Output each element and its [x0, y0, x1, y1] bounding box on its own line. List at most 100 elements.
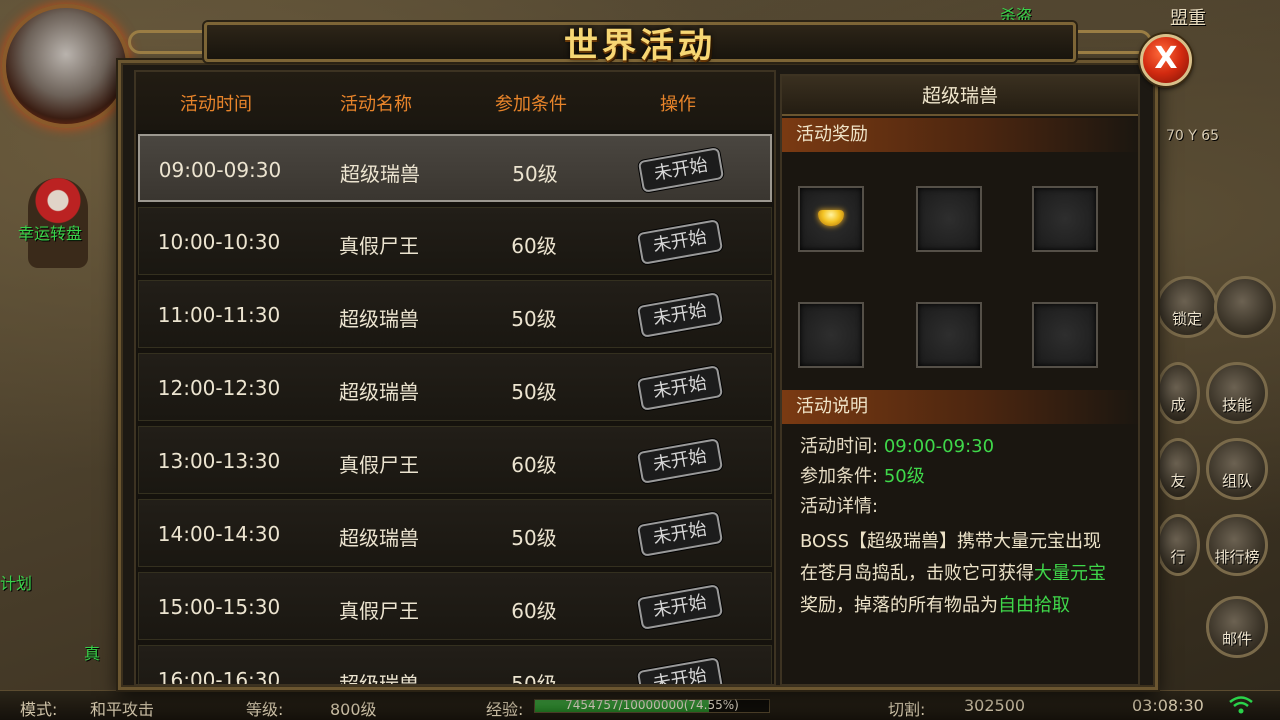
coordinate-readout: 70 Y 65 — [1166, 128, 1220, 144]
cell-name: 超级瑞兽 — [339, 380, 419, 404]
lock-target-button[interactable]: 锁定 — [1156, 276, 1218, 338]
table-row[interactable]: 16:00-16:30 超级瑞兽 50级 未开始 — [138, 645, 772, 686]
cut-value: 302500 — [964, 696, 1026, 715]
status-stamp[interactable]: 未开始 — [636, 438, 724, 484]
reward-slot[interactable] — [798, 302, 864, 368]
info-condition-label: 参加条件: — [800, 466, 879, 487]
status-stamp[interactable]: 未开始 — [636, 511, 724, 557]
mode-value[interactable]: 和平攻击 — [90, 696, 154, 720]
table-row[interactable]: 12:00-12:30 超级瑞兽 50级 未开始 — [138, 353, 772, 421]
table-row[interactable]: 14:00-14:30 超级瑞兽 50级 未开始 — [138, 499, 772, 567]
description-text-2: 奖励，掉落的所有物品为 — [800, 595, 998, 616]
table-header: 活动时间 活动名称 参加条件 操作 — [136, 72, 774, 130]
cell-time: 13:00-13:30 — [157, 449, 281, 473]
partial-side-button-3[interactable]: 行 — [1156, 514, 1200, 576]
info-details-line: 活动详情: — [800, 492, 878, 518]
cell-name: 真假尸王 — [339, 599, 419, 623]
status-stamp[interactable]: 未开始 — [636, 365, 724, 411]
rank-button[interactable]: 排行榜 — [1206, 514, 1268, 576]
status-stamp[interactable]: 未开始 — [636, 657, 724, 684]
skill-label: 技能 — [1221, 396, 1252, 414]
activity-detail-panel: 超级瑞兽 活动奖励 活动说明 活动时间: 09:00-09:30 参加条件: 5… — [780, 74, 1142, 686]
skill-button[interactable]: 技能 — [1206, 362, 1268, 424]
lock-label: 锁定 — [1171, 310, 1202, 328]
exp-label: 经验: — [486, 700, 524, 719]
detail-description: BOSS【超级瑞兽】携带大量元宝出现在苍月岛捣乱，击败它可获得大量元宝奖励，掉落… — [800, 526, 1110, 622]
cell-time: 14:00-14:30 — [157, 522, 281, 546]
cell-name: 超级瑞兽 — [339, 672, 419, 686]
cell-condition: 50级 — [511, 526, 557, 550]
reward-heading: 活动奖励 — [782, 118, 1142, 152]
reward-slot[interactable] — [916, 302, 982, 368]
partial-side-button-2[interactable]: 友 — [1156, 438, 1200, 500]
cell-condition: 50级 — [511, 307, 557, 331]
table-row[interactable]: 15:00-15:30 真假尸王 60级 未开始 — [138, 572, 772, 640]
header-time: 活动时间 — [180, 94, 252, 115]
gold-ingot-icon — [818, 210, 844, 226]
cell-time: 10:00-10:30 — [157, 230, 281, 254]
partial-side-button-1[interactable]: 成 — [1156, 362, 1200, 424]
reward-slot[interactable] — [798, 186, 864, 252]
table-row[interactable]: 13:00-13:30 真假尸王 60级 未开始 — [138, 426, 772, 494]
diamond-icon[interactable] — [1214, 276, 1276, 338]
cell-name: 超级瑞兽 — [340, 162, 420, 186]
exp-bar: 7454757/10000000(74.55%) — [534, 698, 770, 713]
cell-name: 超级瑞兽 — [339, 307, 419, 331]
npc-label-lucky-wheel[interactable]: 幸运转盘 — [18, 220, 82, 244]
rank-label: 排行榜 — [1214, 548, 1260, 566]
cell-name: 超级瑞兽 — [339, 526, 419, 550]
exp-text: 7454757/10000000(74.55%) — [565, 698, 739, 712]
status-stamp[interactable]: 未开始 — [636, 292, 724, 338]
cell-condition: 50级 — [511, 380, 557, 404]
cell-condition: 60级 — [511, 234, 557, 258]
mode-label: 模式: — [20, 700, 58, 719]
header-operation: 操作 — [660, 94, 696, 115]
npc-label-plan[interactable]: 计划 — [0, 570, 32, 594]
reward-slot[interactable] — [1032, 186, 1098, 252]
level-label: 等级: — [246, 700, 284, 719]
close-icon: X — [1154, 41, 1178, 76]
description-highlight-1: 大量元宝 — [1034, 563, 1106, 584]
table-row[interactable]: 10:00-10:30 真假尸王 60级 未开始 — [138, 207, 772, 275]
header-name: 活动名称 — [340, 94, 412, 115]
partial-label-2: 友 — [1170, 472, 1186, 490]
cell-name: 真假尸王 — [339, 453, 419, 477]
info-details-label: 活动详情: — [800, 496, 879, 517]
close-button[interactable]: X — [1140, 34, 1192, 86]
team-button[interactable]: 组队 — [1206, 438, 1268, 500]
level-value: 800级 — [330, 700, 377, 719]
wifi-icon — [1229, 696, 1253, 714]
cell-time: 16:00-16:30 — [157, 668, 281, 686]
reward-slot[interactable] — [916, 186, 982, 252]
info-time-line: 活动时间: 09:00-09:30 — [800, 432, 994, 458]
partial-label-3: 行 — [1170, 548, 1186, 566]
status-stamp[interactable]: 未开始 — [636, 219, 724, 265]
reward-slot[interactable] — [1032, 302, 1098, 368]
map-name: 盟重 — [1170, 8, 1206, 29]
cell-time: 15:00-15:30 — [157, 595, 281, 619]
info-condition-line: 参加条件: 50级 — [800, 462, 925, 488]
description-heading: 活动说明 — [782, 390, 1142, 424]
status-stamp[interactable]: 未开始 — [637, 147, 725, 193]
activity-table: 活动时间 活动名称 参加条件 操作 09:00-09:30 超级瑞兽 50级 未开始 1… — [134, 70, 776, 686]
mail-label: 邮件 — [1221, 630, 1252, 648]
header-condition: 参加条件 — [495, 94, 567, 115]
status-stamp[interactable]: 未开始 — [636, 584, 724, 630]
description-highlight-2: 自由拾取 — [998, 595, 1070, 616]
mail-button[interactable]: 邮件 — [1206, 596, 1268, 658]
cell-condition: 60级 — [511, 453, 557, 477]
clock: 03:08:30 — [1132, 696, 1204, 715]
cell-time: 09:00-09:30 — [158, 158, 282, 182]
info-time-value: 09:00-09:30 — [883, 436, 995, 457]
info-time-label: 活动时间: — [800, 436, 879, 457]
table-row[interactable]: 11:00-11:30 超级瑞兽 50级 未开始 — [138, 280, 772, 348]
dialog-title: 世界活动 — [564, 26, 716, 66]
team-label: 组队 — [1221, 472, 1252, 490]
cell-condition: 60级 — [511, 599, 557, 623]
status-bar: 模式: 和平攻击 等级: 800级 经验: 7454757/10000000(7… — [0, 690, 1280, 720]
npc-label-partial[interactable]: 真 — [84, 640, 100, 664]
table-row[interactable]: 09:00-09:30 超级瑞兽 50级 未开始 — [138, 134, 772, 202]
player-portrait[interactable] — [2, 4, 130, 128]
cell-name: 真假尸王 — [339, 234, 419, 258]
cut-label: 切割: — [888, 700, 926, 719]
